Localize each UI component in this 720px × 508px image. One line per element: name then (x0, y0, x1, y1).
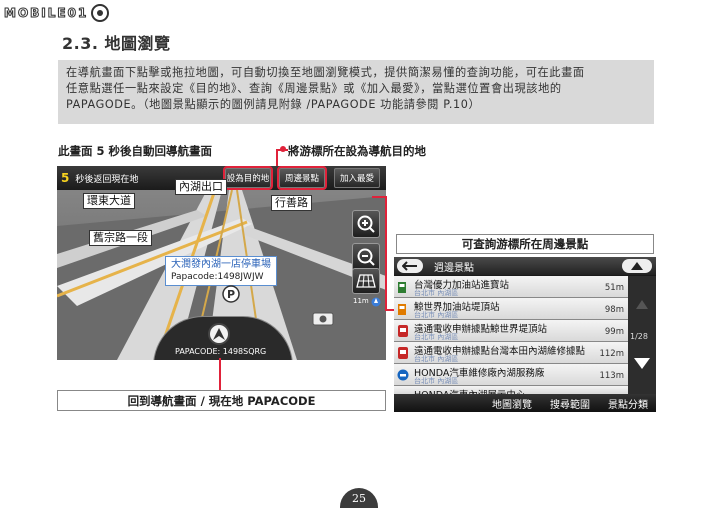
section-title: 2.3. 地圖瀏覽 (62, 34, 171, 53)
list-item[interactable]: 台灣優力加油站進寶站 台北市 內湖區 51m (394, 276, 628, 298)
page-number: 25 (340, 488, 378, 508)
nearby-title: 週邊景點 (434, 263, 474, 274)
current-papacode: PAPACODE: 1498SQRG (175, 347, 267, 356)
list-item[interactable]: 遠通電收申辦據點鯨世界堤頂站 台北市 內湖區 99m (394, 320, 628, 342)
countdown-number: 5 (61, 171, 70, 185)
navigation-arrow-icon (213, 328, 225, 340)
page-indicator: 1/28 (630, 332, 648, 341)
logo: MOBILE01 (3, 2, 110, 24)
camera-icon (312, 312, 334, 326)
item-distance: 113m (599, 371, 624, 381)
map-view-toggle-button[interactable] (352, 268, 380, 294)
nearby-screen: 週邊景點 台灣優力加油站進寶站 台北市 內湖區 51m 鯨世界加油站堤頂站 台北… (394, 257, 656, 412)
item-distance: 112m (599, 349, 624, 359)
map-browse-tab[interactable]: 地圖瀏覽 (492, 396, 532, 411)
callout-line (219, 358, 221, 390)
fuel-station-icon (398, 304, 406, 315)
countdown-text: 秒後返回現在地 (75, 174, 139, 185)
nearby-caption: 可查詢游標所在周邊景點 (396, 234, 654, 254)
list-item[interactable]: HONDA汽車維修廠內湖服務廠 台北市 內湖區 113m (394, 364, 628, 386)
nearby-list: 台灣優力加油站進寶站 台北市 內湖區 51m 鯨世界加油站堤頂站 台北市 內湖區… (394, 276, 628, 395)
navigation-screen: 5 秒後返回現在地 設為目的地 周邊景點 加入最愛 內湖出口 環東大道 行善路 … (57, 166, 386, 360)
intro-line: 任意點選任一點來設定《目的地》、查詢《周邊景點》或《加入最愛》，當點選位置會出現… (66, 82, 562, 95)
callout-line (372, 196, 386, 198)
intro-line: PAPAGODE。（地圖景點顯示的圖例請見附錄 /PAPAGODE 功能請參閱 … (66, 98, 481, 111)
zoom-out-icon (357, 248, 375, 266)
nearby-footer: 地圖瀏覽 搜尋範圍 景點分類 (394, 394, 656, 412)
etc-service-icon (398, 325, 408, 337)
back-button[interactable] (397, 259, 423, 273)
set-destination-caption: 將游標所在設為導航目的地 (288, 144, 426, 158)
road-label: 舊宗路一段 (89, 230, 152, 246)
logo-icon (91, 4, 110, 22)
etc-service-icon (398, 347, 408, 359)
callout-line (385, 196, 387, 310)
map-scale: 11m (353, 297, 369, 305)
compass-icon (371, 297, 381, 307)
road-label: 內湖出口 (175, 179, 227, 195)
poi-papacode: Papacode:1498JWJW (171, 272, 264, 282)
back-arrow-icon (402, 261, 417, 271)
scroll-down-icon[interactable] (634, 358, 650, 369)
return-to-nav-button[interactable] (208, 323, 230, 345)
poi-name: 大潤發內湖一店停車場 (171, 259, 271, 270)
countdown: 5 秒後返回現在地 (61, 169, 138, 187)
item-address: 台北市 內湖區 (414, 355, 459, 363)
item-distance: 98m (604, 305, 624, 315)
return-caption: 回到導航畫面 / 現在地 PAPACODE (57, 390, 386, 411)
item-address: 台北市 內湖區 (414, 311, 459, 319)
zoom-in-button[interactable] (352, 210, 380, 238)
list-item[interactable]: 鯨世界加油站堤頂站 台北市 內湖區 98m (394, 298, 628, 320)
collapse-button[interactable] (622, 259, 652, 273)
intro-paragraph: 在導航畫面下點擊或拖拉地圖，可自動切換至地圖瀏覽模式，提供簡潔易懂的查詢功能，可… (58, 60, 654, 124)
search-range-tab[interactable]: 搜尋範圍 (550, 396, 590, 411)
car-service-icon (397, 369, 409, 381)
auto-return-caption: 此畫面 5 秒後自動回導航畫面 (58, 144, 213, 158)
chevron-up-icon (631, 262, 643, 270)
grid-3d-icon (356, 274, 376, 288)
item-address: 台北市 內湖區 (414, 377, 459, 385)
logo-text: MOBILE01 (3, 6, 89, 21)
intro-line: 在導航畫面下點擊或拖拉地圖，可自動切換至地圖瀏覽模式，提供簡潔易懂的查詢功能，可… (66, 66, 585, 79)
scroll-up-icon[interactable] (636, 300, 648, 309)
callout-line (276, 149, 278, 166)
road-label: 行善路 (271, 195, 312, 211)
nearby-button[interactable]: 周邊景點 (277, 166, 327, 190)
list-scrollbar[interactable]: 1/28 (628, 276, 656, 394)
zoom-in-icon (357, 215, 375, 233)
callout-line (385, 309, 394, 311)
zoom-out-button[interactable] (352, 243, 380, 271)
set-destination-button[interactable]: 設為目的地 (223, 166, 273, 190)
item-address: 台北市 內湖區 (414, 333, 459, 341)
road-label: 環東大道 (83, 193, 135, 209)
svg-text:P: P (227, 288, 235, 301)
item-address: 台北市 內湖區 (414, 289, 459, 297)
fuel-station-icon (398, 282, 406, 293)
parking-icon: P (222, 285, 240, 303)
item-distance: 99m (604, 327, 624, 337)
poi-category-tab[interactable]: 景點分類 (608, 396, 648, 411)
list-item[interactable]: 遠通電收申辦據點台灣本田內湖維修據點 台北市 內湖區 112m (394, 342, 628, 364)
item-distance: 51m (604, 283, 624, 293)
add-favorite-button[interactable]: 加入最愛 (334, 168, 380, 188)
poi-callout[interactable]: 大潤發內湖一店停車場 Papacode:1498JWJW (165, 256, 277, 286)
